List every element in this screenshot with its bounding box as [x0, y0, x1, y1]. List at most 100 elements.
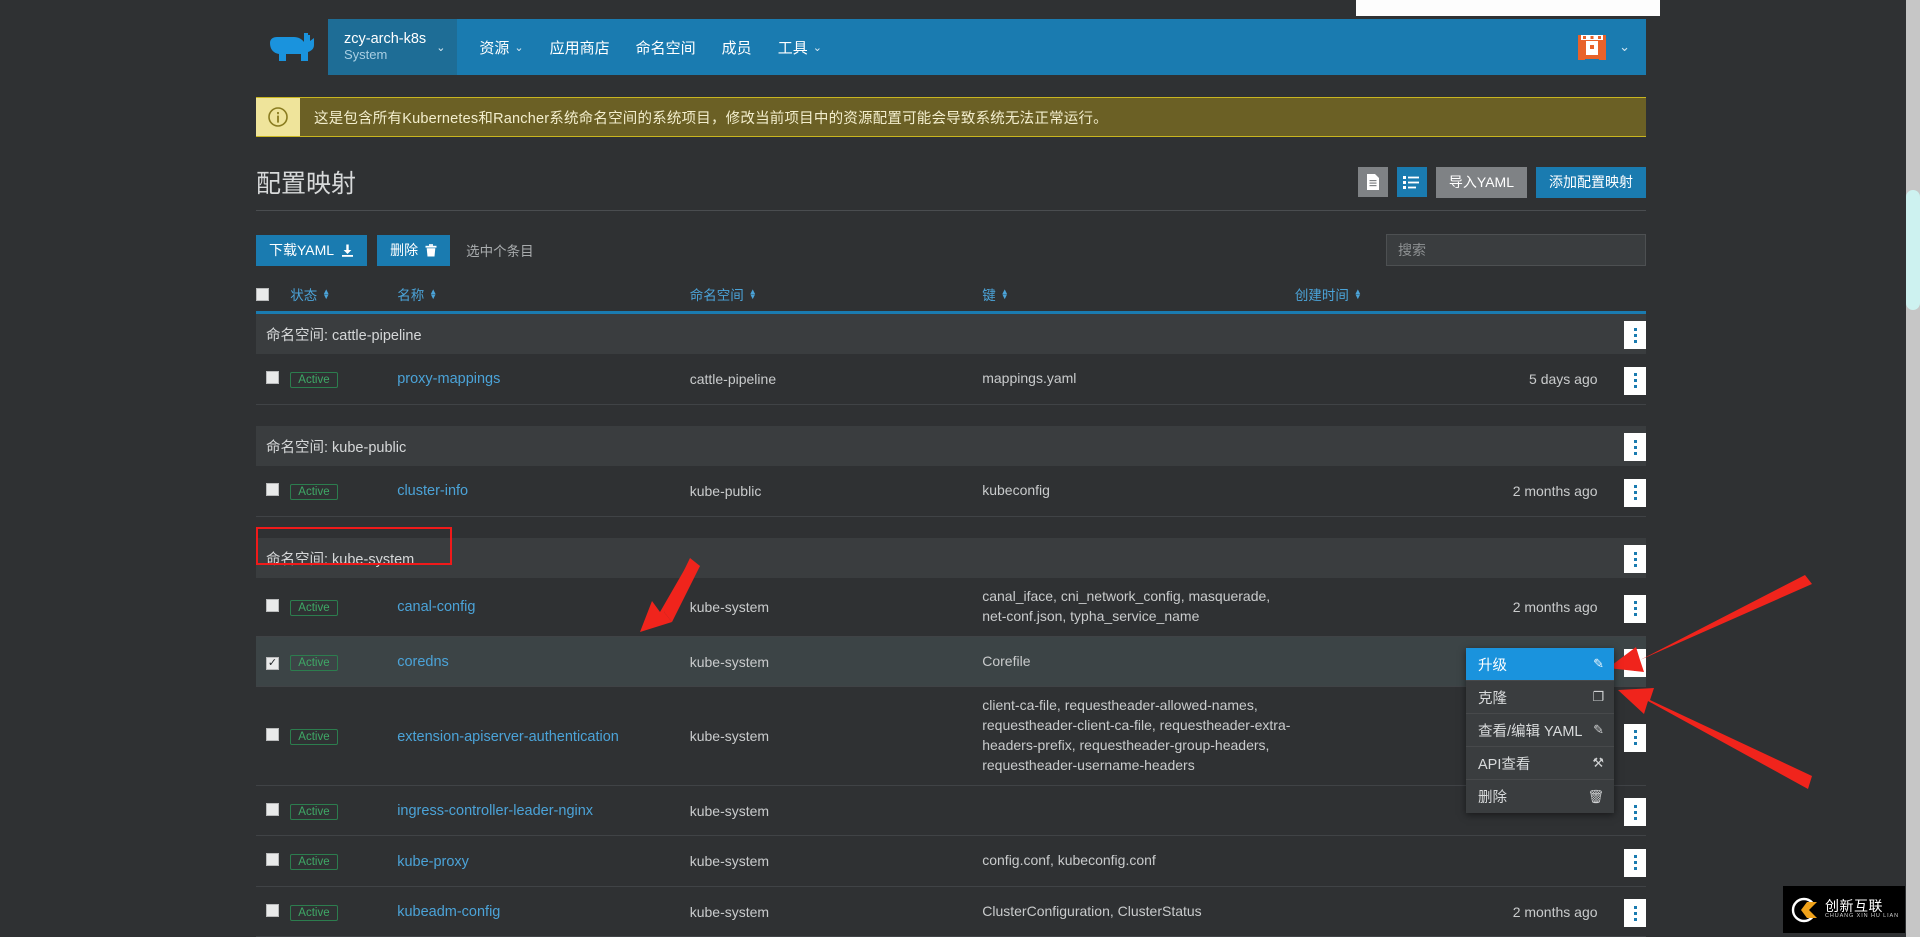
menu-item-label: 升级 — [1478, 657, 1507, 674]
row-kebab-menu-icon[interactable] — [1624, 848, 1646, 877]
table-toolbar: 下载YAML 删除 选中个条目 — [256, 233, 1646, 267]
project-selector[interactable]: zcy-arch-k8s System ⌄ — [328, 19, 458, 75]
column-header-state[interactable]: 状态 ▲ ▼ — [290, 281, 397, 311]
row-select-cell[interactable]: ✓ — [256, 636, 291, 688]
table-row[interactable]: Active canal-config kube-system canal_iface… — [256, 578, 1646, 637]
download-yaml-button[interactable]: 下载YAML — [256, 234, 368, 266]
row-checkbox[interactable] — [266, 853, 279, 866]
chevron-down-icon[interactable]: ⌄ — [1619, 39, 1630, 55]
table-row[interactable]: Active ingress-controller-leader-nginx kub… — [256, 785, 1646, 837]
row-name-cell[interactable]: ingress-controller-leader-nginx — [397, 785, 690, 837]
row-name-cell[interactable]: kube-proxy — [397, 835, 690, 887]
row-name-cell[interactable]: proxy-mappings — [397, 354, 690, 405]
browser-chrome-remnant — [1356, 0, 1704, 16]
context-menu-item-0[interactable]: 升级 ✎ — [1466, 648, 1614, 681]
row-checkbox[interactable] — [266, 903, 279, 917]
row-kebab-menu-icon[interactable] — [1624, 798, 1646, 827]
row-kebab-menu-icon[interactable] — [1624, 478, 1646, 507]
configmap-link[interactable]: canal-config — [397, 599, 475, 615]
menu-item-label: 查看/编辑 YAML — [1478, 723, 1583, 740]
row-select-cell[interactable] — [256, 354, 291, 405]
group-kebab-menu-icon[interactable] — [1624, 545, 1646, 574]
row-checkbox[interactable] — [266, 370, 279, 384]
configmap-link[interactable]: coredns — [397, 654, 449, 670]
column-header-namespace[interactable]: 命名空间 ▲ ▼ — [690, 281, 983, 311]
nav-item-members[interactable]: 成员 — [722, 37, 752, 58]
column-header-created[interactable]: 创建时间 ▲ ▼ — [1295, 281, 1598, 311]
nav-item-resources[interactable]: 资源 ⌄ — [479, 37, 523, 58]
download-yaml-label: 下载YAML — [269, 242, 335, 258]
row-select-cell[interactable] — [256, 578, 291, 637]
nav-item-apps[interactable]: 应用商店 — [550, 37, 610, 58]
context-menu-item-2[interactable]: 查看/编辑 YAML ✎ — [1466, 714, 1614, 747]
table-row[interactable]: ✓Activecorednskube-systemCorefile2 month… — [256, 636, 1646, 688]
document-view-icon[interactable] — [1357, 167, 1388, 197]
avatar[interactable] — [1569, 24, 1615, 70]
table-row[interactable]: Active kubeadm-config kube-system ClusterCo… — [256, 886, 1646, 937]
table-row[interactable]: Active cluster-info kube-public kubeconfig 2… — [256, 466, 1646, 517]
context-menu-item-3[interactable]: API查看 ⚒ — [1466, 747, 1614, 780]
row-name-cell[interactable]: extension-apiserver-authentication — [397, 686, 690, 786]
nav-item-namespaces[interactable]: 命名空间 — [636, 37, 696, 58]
row-kebab-menu-icon[interactable] — [1624, 649, 1646, 678]
row-kebab-menu-icon[interactable] — [1624, 366, 1646, 395]
row-kebab-menu-icon[interactable] — [1624, 594, 1646, 623]
row-select-cell[interactable] — [256, 686, 291, 786]
page-scrollbar-thumb[interactable] — [1906, 190, 1920, 310]
row-select-cell[interactable] — [256, 785, 291, 837]
chevron-down-icon: ⌄ — [436, 41, 446, 54]
column-label: 状态 — [290, 288, 318, 303]
row-checkbox[interactable]: ✓ — [266, 657, 279, 670]
row-select-cell[interactable] — [256, 886, 291, 937]
column-header-actions — [1598, 281, 1646, 311]
add-configmap-button[interactable]: 添加配置映射 — [1536, 166, 1646, 198]
context-menu-item-4[interactable]: 删除 🗑 — [1466, 780, 1614, 813]
row-name-cell[interactable]: coredns — [397, 636, 690, 688]
row-namespace-cell: kube-public — [689, 466, 983, 517]
group-kebab-menu-icon[interactable] — [1624, 433, 1646, 462]
row-checkbox[interactable] — [266, 802, 279, 816]
configmap-link[interactable]: ingress-controller-leader-nginx — [397, 803, 593, 819]
search-box[interactable] — [1386, 234, 1646, 266]
column-header-name[interactable]: 名称 ▲ ▼ — [397, 281, 690, 311]
import-yaml-button[interactable]: 导入YAML — [1435, 166, 1527, 198]
search-input[interactable] — [1398, 242, 1634, 258]
row-name-cell[interactable]: kubeadm-config — [397, 886, 690, 937]
configmap-link[interactable]: extension-apiserver-authentication — [397, 729, 619, 745]
nav-item-tools[interactable]: 工具 ⌄ — [778, 37, 822, 58]
info-icon — [268, 107, 288, 127]
delete-button[interactable]: 删除 — [377, 234, 451, 266]
table-row[interactable]: Active proxy-mappings cattle-pipeline mappi… — [256, 354, 1646, 405]
table-row[interactable]: Active extension-apiserver-authentication… — [256, 686, 1646, 786]
row-select-cell[interactable] — [256, 835, 291, 887]
configmap-link[interactable]: kubeadm-config — [397, 904, 500, 920]
group-kebab-menu-icon[interactable] — [1624, 321, 1646, 350]
row-name-cell[interactable]: cluster-info — [397, 466, 690, 517]
configmap-link[interactable]: cluster-info — [397, 483, 468, 499]
list-view-glyph — [1403, 175, 1420, 189]
row-checkbox[interactable] — [266, 482, 279, 496]
rancher-logo[interactable] — [256, 19, 328, 75]
row-namespace-cell: cattle-pipeline — [689, 354, 983, 405]
group-actions-cell — [1597, 538, 1646, 578]
row-keys-cell: mappings.yaml — [982, 354, 1295, 405]
configmap-link[interactable]: kube-proxy — [397, 854, 469, 870]
row-kebab-menu-icon[interactable] — [1624, 723, 1646, 752]
page-scrollbar-track[interactable] — [1906, 0, 1920, 937]
select-all-header[interactable] — [256, 281, 290, 311]
row-checkbox[interactable] — [266, 728, 279, 741]
column-header-keys[interactable]: 键 ▲ ▼ — [982, 281, 1295, 311]
select-all-checkbox[interactable] — [256, 288, 269, 301]
row-checkbox[interactable] — [266, 598, 279, 612]
table-row[interactable]: Active kube-proxy kube-system config.conf, … — [256, 835, 1646, 887]
table-header-row: 状态 ▲ ▼ 名称 ▲ ▼ 命名空间 ▲ ▼ 键 ▲ ▼ 创建时间 ▲ ▼ — [256, 281, 1646, 311]
row-context-menu[interactable]: 升级 ✎ 克隆 ❐ 查看/编辑 YAML ✎ API查看 ⚒ 删除 🗑 — [1466, 648, 1614, 813]
sort-icon: ▲ ▼ — [429, 287, 438, 301]
row-keys-cell — [982, 785, 1295, 837]
row-name-cell[interactable]: canal-config — [397, 578, 690, 637]
context-menu-item-1[interactable]: 克隆 ❐ — [1466, 681, 1614, 714]
row-kebab-menu-icon[interactable] — [1624, 899, 1646, 928]
configmap-link[interactable]: proxy-mappings — [397, 371, 500, 387]
row-select-cell[interactable] — [256, 466, 291, 517]
list-view-icon[interactable] — [1396, 167, 1427, 197]
